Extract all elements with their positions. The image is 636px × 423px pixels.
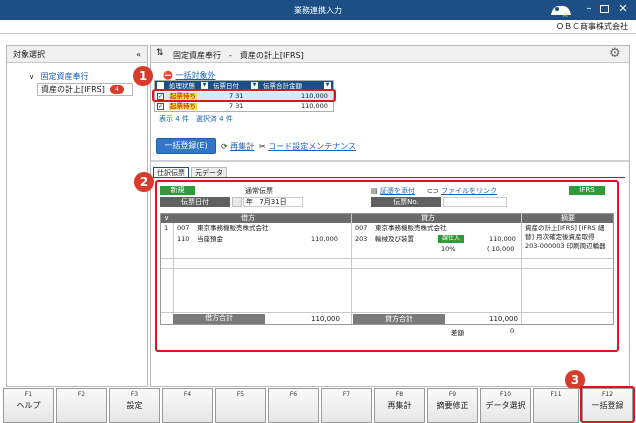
callout-badge-1: 1 [133, 66, 153, 86]
fkey-label: 設定 [126, 401, 143, 410]
swap-icon: ⇅ [156, 48, 164, 58]
f3-settings-button[interactable]: F3 設定 [109, 388, 160, 423]
f9-summary-fix-button[interactable]: F9 摘要修正 [427, 388, 478, 423]
code-setting-link[interactable]: ✂ コード設定メンテナンス [259, 141, 356, 152]
f5-button[interactable]: F5 [215, 388, 266, 423]
code-setting-label: コード設定メンテナンス [268, 142, 357, 151]
f11-button[interactable]: F11 [533, 388, 579, 423]
wrench-icon: ✂ [259, 142, 266, 151]
gear-icon[interactable]: ⚙ [609, 46, 621, 61]
bulk-register-button[interactable]: 一括登録(E) [156, 138, 216, 154]
fkey-label: 摘要修正 [436, 401, 469, 410]
fkey-number: F4 [183, 391, 192, 398]
tree-item-asset-bugyo[interactable]: ∨ 固定資産奉行 [29, 71, 139, 82]
chevron-down-icon[interactable]: ▼ [251, 82, 258, 89]
no-entry-icon: ⛔ [163, 71, 173, 80]
collapse-left-icon[interactable]: « [136, 46, 141, 63]
target-selection-title: 対象選択 [13, 50, 45, 59]
select-all-checkbox[interactable] [157, 82, 164, 89]
fkey-number: F7 [342, 391, 351, 398]
tree-item-asset-ifrs[interactable]: 資産の計上[IFRS] 4 [37, 83, 133, 96]
f6-button[interactable]: F6 [268, 388, 319, 423]
exclude-label: 一括対象外 [175, 71, 216, 80]
fkey-label: ヘルプ [16, 401, 41, 410]
highlight-frame-1 [152, 89, 336, 102]
fkey-number: F11 [550, 391, 562, 398]
fkey-number: F10 [499, 391, 512, 398]
fkey-number: F9 [448, 391, 457, 398]
recalc-link[interactable]: ⟳ 再集計 [221, 141, 254, 152]
status-badge: 起票待ち [169, 102, 197, 110]
row-amount: 110,000 [301, 102, 328, 110]
fkey-number: F2 [77, 391, 86, 398]
main-pane: ⇅ 固定資産奉行 - 資産の計上[IFRS] ⚙ ⛔ 一括対象外 処理状態 伝票… [150, 45, 630, 387]
breadcrumb-bar: ⇅ 固定資産奉行 - 資産の計上[IFRS] ⚙ [151, 46, 629, 63]
count-badge: 4 [110, 85, 124, 94]
f1-help-button[interactable]: F1 ヘルプ [3, 388, 54, 423]
fkey-number: F5 [236, 391, 245, 398]
tree-item-label: 資産の計上[IFRS] [41, 85, 105, 94]
chevron-down-icon: ∨ [29, 73, 35, 81]
f4-button[interactable]: F4 [162, 388, 213, 423]
row-checkbox[interactable]: ✓ [157, 103, 164, 110]
fkey-label: 再集計 [387, 401, 412, 410]
target-selection-header: 対象選択 « [7, 46, 147, 63]
tree-item-label: 固定資産奉行 [40, 72, 89, 81]
tab-underline [153, 177, 625, 178]
fkey-label: データ選択 [485, 401, 526, 410]
f10-data-select-button[interactable]: F10 データ選択 [480, 388, 531, 423]
recalc-label: 再集計 [230, 142, 255, 151]
table-row[interactable]: ✓ 起票待ち 7 31 110,000 [155, 102, 333, 111]
maximize-icon[interactable] [600, 5, 609, 13]
title-bar: 業務連携入力 AI – ✕ [0, 0, 636, 20]
chevron-down-icon[interactable]: ▼ [324, 82, 331, 89]
chevron-down-icon[interactable]: ▼ [201, 82, 208, 89]
refresh-icon: ⟳ [221, 142, 228, 151]
f8-recalc-button[interactable]: F8 再集計 [374, 388, 425, 423]
company-name: ＯＢＣ商事株式会社 [0, 20, 636, 34]
list-summary: 表示 4 件 選択済 4 件 [159, 115, 233, 123]
fkey-number: F3 [130, 391, 139, 398]
f2-button[interactable]: F2 [56, 388, 107, 423]
fkey-number: F1 [24, 391, 33, 398]
minimize-icon[interactable]: – [582, 4, 596, 16]
target-selection-pane: 対象選択 « ∨ 固定資産奉行 資産の計上[IFRS] 4 [6, 45, 148, 387]
divider [151, 160, 629, 162]
close-icon[interactable]: ✕ [616, 2, 630, 16]
highlight-frame-2 [155, 180, 619, 352]
svg-text:AI: AI [563, 13, 568, 18]
fkey-number: F8 [395, 391, 404, 398]
fkey-number: F6 [289, 391, 298, 398]
callout-badge-2: 2 [134, 172, 154, 192]
f7-button[interactable]: F7 [321, 388, 372, 423]
breadcrumb: 固定資産奉行 - 資産の計上[IFRS] [173, 51, 304, 60]
row-date: 7 31 [229, 102, 244, 110]
bugyo-logo-icon: AI [548, 3, 574, 19]
window-title: 業務連携入力 [294, 6, 342, 15]
highlight-frame-3 [580, 386, 635, 423]
